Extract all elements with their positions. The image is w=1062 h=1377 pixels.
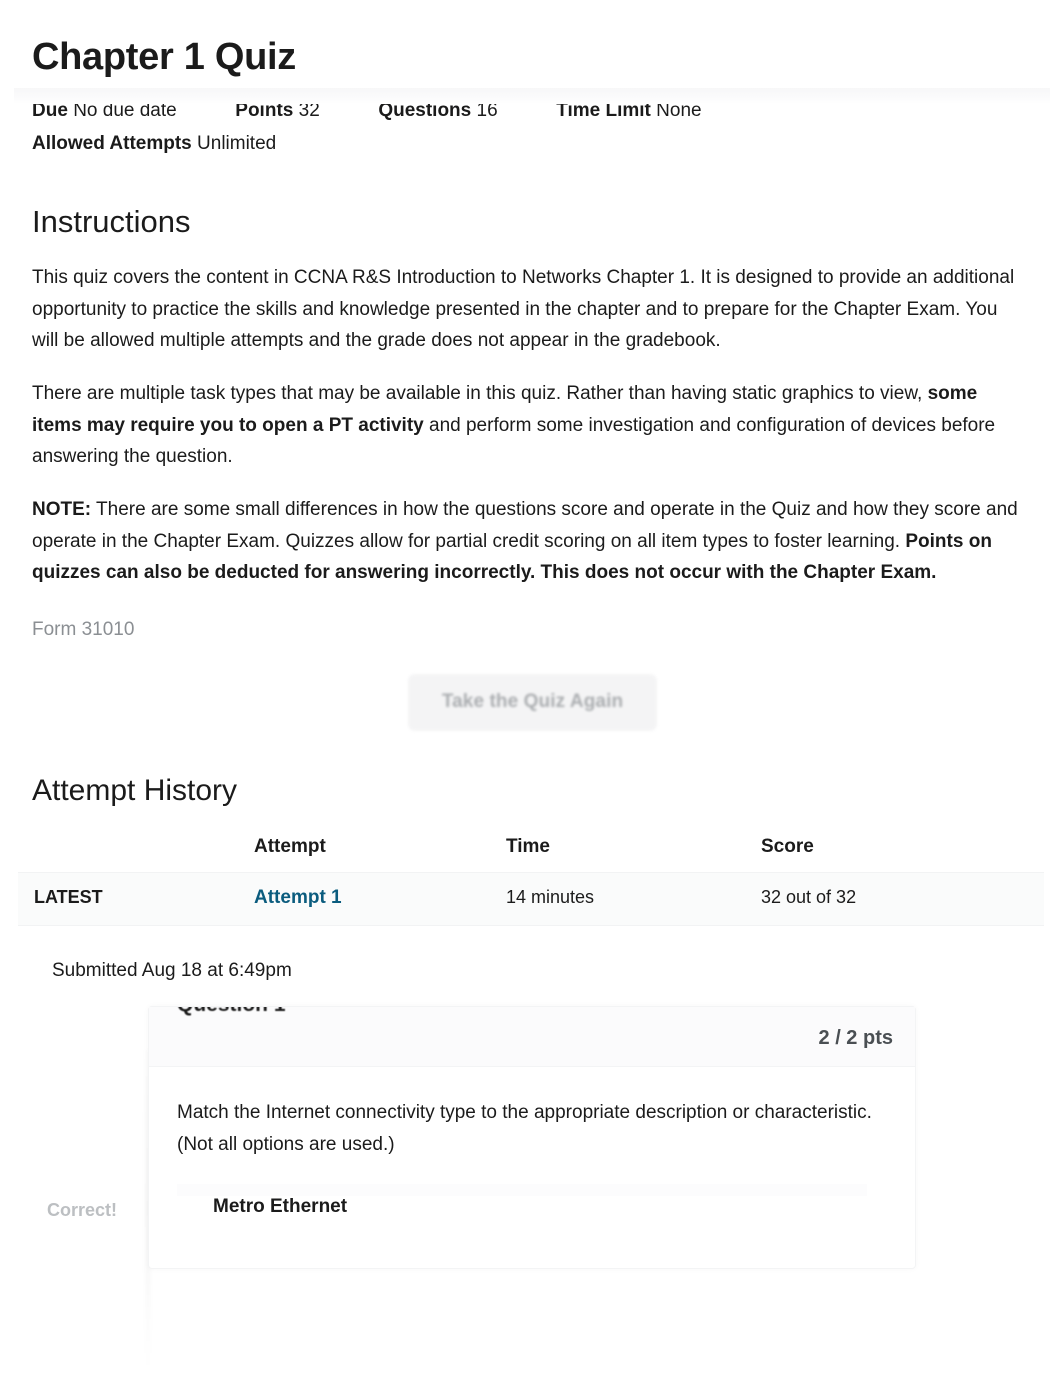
instructions-paragraph-2: There are multiple task types that may b… [32, 378, 1027, 472]
question-number-label: Question 1 [177, 1007, 286, 1017]
quiz-results-page: Chapter 1 Quiz Due No due date Points 32… [0, 0, 1062, 1377]
attempt-history-heading: Attempt History [32, 773, 238, 807]
attempt-cell: Attempt 1 [238, 872, 490, 926]
attempt-1-link[interactable]: Attempt 1 [254, 887, 342, 908]
submitted-timestamp: Submitted Aug 18 at 6:49pm [52, 959, 292, 981]
question-points-earned: 2 / 2 pts [818, 1026, 893, 1049]
table-row: LATEST Attempt 1 14 minutes 32 out of 32 [18, 872, 1044, 926]
column-header-time: Time [490, 829, 745, 873]
answer-row: Correct! Metro Ethernet [47, 1178, 915, 1268]
table-header-row: Attempt Time Score [18, 829, 1044, 873]
page-title: Chapter 1 Quiz [32, 36, 296, 78]
attempt-history-table: Attempt Time Score LATEST Attempt 1 14 m… [18, 829, 1044, 926]
score-cell: 32 out of 32 [745, 872, 1044, 926]
latest-badge: LATEST [18, 872, 238, 926]
paragraph-2-lead: There are multiple task types that may b… [32, 383, 928, 405]
instructions-heading: Instructions [32, 204, 191, 240]
retake-button-area: Take the Quiz Again [0, 660, 1062, 760]
instructions-body: This quiz covers the content in CCNA R&S… [0, 262, 1062, 645]
meta-value-allowed-attempts: Unlimited [197, 132, 277, 154]
answer-option-label: Metro Ethernet [213, 1196, 348, 1218]
answer-row-shading [177, 1184, 867, 1197]
title-divider-band [14, 88, 1050, 104]
paragraph-3-body: There are some small differences in how … [32, 499, 1018, 552]
attempt-history-head: Attempt Time Score [18, 829, 1044, 873]
meta-key-allowed-attempts: Allowed Attempts [32, 132, 192, 154]
time-cell: 14 minutes [490, 872, 745, 926]
column-header-score: Score [745, 829, 1044, 873]
column-header-blank [18, 829, 238, 873]
correct-feedback-label: Correct! [47, 1200, 118, 1221]
instructions-paragraph-1: This quiz covers the content in CCNA R&S… [32, 267, 1015, 351]
instructions-paragraph-3: NOTE: There are some small differences i… [32, 494, 1027, 588]
note-label: NOTE: [32, 499, 92, 521]
take-quiz-again-button[interactable]: Take the Quiz Again [408, 673, 657, 731]
question-card: Question 1 2 / 2 pts Match the Internet … [47, 1005, 916, 1270]
attempt-history-body: LATEST Attempt 1 14 minutes 32 out of 32 [18, 872, 1044, 926]
question-prompt: Match the Internet connectivity type to … [177, 1101, 872, 1155]
column-header-attempt: Attempt [238, 829, 490, 873]
question-header: Question 1 2 / 2 pts [149, 1006, 915, 1067]
form-id: Form 31010 [32, 619, 135, 641]
